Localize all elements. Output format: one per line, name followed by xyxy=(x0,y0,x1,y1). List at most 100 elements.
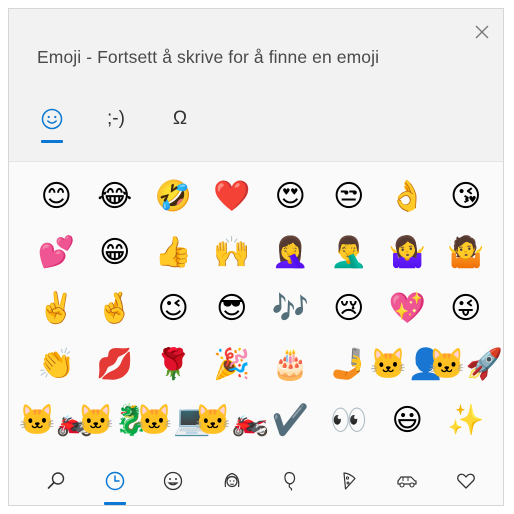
category-people[interactable] xyxy=(203,461,262,501)
emoji-glyph: ✌️ xyxy=(37,291,75,326)
smiley-outline-icon xyxy=(164,471,183,491)
smiley-icon xyxy=(41,108,63,130)
emoji-glyph: ❤️ xyxy=(213,179,251,214)
emoji-glyph: 💋 xyxy=(96,347,134,382)
emoji-item[interactable]: 💖 xyxy=(378,281,437,337)
emoji-item[interactable]: 🤷‍♀️ xyxy=(378,225,437,281)
emoji-item[interactable]: 👏 xyxy=(27,337,86,393)
emoji-glyph: 😎 xyxy=(216,291,248,326)
emoji-glyph: 😂 xyxy=(97,179,133,214)
tab-emoji[interactable] xyxy=(29,97,75,143)
tab-symbols[interactable]: Ω xyxy=(157,97,203,141)
emoji-glyph: 👀 xyxy=(330,403,368,438)
category-food[interactable] xyxy=(320,461,379,501)
emoji-glyph: 🤞 xyxy=(96,291,134,326)
emoji-glyph: 🤣 xyxy=(154,179,192,214)
emoji-item[interactable]: 🤞 xyxy=(86,281,145,337)
emoji-item[interactable]: 🤦‍♀️ xyxy=(261,225,320,281)
emoji-glyph: 😘 xyxy=(450,179,482,214)
emoji-glyph: 🤦‍♂️ xyxy=(330,235,368,270)
pizza-icon xyxy=(343,472,356,490)
emoji-item[interactable]: 🐱‍🚀 xyxy=(428,337,503,393)
emoji-glyph: 😉 xyxy=(157,291,189,326)
emoji-glyph: 🎉 xyxy=(213,347,251,382)
emoji-item[interactable]: 🐱‍🏍 xyxy=(194,393,269,449)
category-smileys[interactable] xyxy=(144,461,203,501)
emoji-glyph: 😢 xyxy=(333,291,365,326)
emoji-glyph: 🤷 xyxy=(447,235,485,270)
emoji-glyph: 🤷‍♀️ xyxy=(388,235,426,270)
emoji-item[interactable]: ✔️ xyxy=(261,393,320,449)
emoji-item[interactable]: 😘 xyxy=(437,169,496,225)
tab-kaomoji-label: ;-) xyxy=(107,108,125,129)
emoji-item[interactable]: 💕 xyxy=(27,225,86,281)
emoji-glyph: 😍 xyxy=(274,179,306,214)
panel-title: Emoji - Fortsett å skrive for å finne en… xyxy=(37,47,380,67)
emoji-item[interactable]: ❤️ xyxy=(203,169,262,225)
emoji-glyph: 🌹 xyxy=(154,347,192,382)
emoji-glyph: 👍 xyxy=(154,235,192,270)
emoji-item[interactable]: 😜 xyxy=(437,281,496,337)
emoji-item[interactable]: 👌 xyxy=(378,169,437,225)
emoji-item[interactable]: 😎 xyxy=(203,281,262,337)
emoji-item[interactable]: 🙌 xyxy=(203,225,262,281)
heart-outline-icon xyxy=(456,473,475,489)
top-tabs: ;-) Ω xyxy=(29,97,203,147)
emoji-glyph: 👏 xyxy=(37,347,75,382)
emoji-glyph: 🎶 xyxy=(271,291,309,326)
emoji-item[interactable]: 😍 xyxy=(261,169,320,225)
emoji-item[interactable]: 🤦‍♂️ xyxy=(320,225,379,281)
clock-icon xyxy=(105,471,124,491)
emoji-glyph: 😃 xyxy=(391,403,423,438)
emoji-item[interactable]: 🎉 xyxy=(203,337,262,393)
emoji-item[interactable]: 😉 xyxy=(144,281,203,337)
emoji-glyph: 🎂 xyxy=(271,347,309,382)
emoji-glyph: 😜 xyxy=(450,291,482,326)
emoji-item[interactable]: ✌️ xyxy=(27,281,86,337)
category-recent[interactable] xyxy=(86,461,145,505)
emoji-item[interactable]: 😒 xyxy=(320,169,379,225)
emoji-glyph: ✔️ xyxy=(271,403,309,438)
emoji-glyph: 👌 xyxy=(388,179,426,214)
emoji-glyph: 💕 xyxy=(37,235,75,270)
emoji-glyph: 🐱‍🚀 xyxy=(428,347,504,382)
emoji-item[interactable]: ✨ xyxy=(437,393,496,449)
emoji-panel: Emoji - Fortsett å skrive for å finne en… xyxy=(8,8,504,506)
emoji-grid: 😊 😂 🤣 ❤️ 😍 😒 👌 😘 💕 😁 👍 🙌 🤦‍♀️ 🤦‍♂️ 🤷‍♀️ 🤷 ✌️ 🤞 😉 😎 🎶 😢 💖 😜 👏 💋 🌹 🎉 🎂… xyxy=(19,169,503,449)
car-icon xyxy=(397,476,417,488)
category-travel[interactable] xyxy=(378,461,437,501)
emoji-item[interactable]: 🎶 xyxy=(261,281,320,337)
search-icon xyxy=(47,472,65,489)
emoji-item[interactable]: 😁 xyxy=(86,225,145,281)
close-button[interactable] xyxy=(471,21,493,43)
person-icon xyxy=(224,472,240,488)
category-celebration[interactable] xyxy=(261,461,320,501)
emoji-glyph: 💖 xyxy=(388,291,426,326)
tab-symbols-label: Ω xyxy=(172,108,188,129)
emoji-glyph: 😊 xyxy=(40,179,72,214)
emoji-item[interactable]: 🤷 xyxy=(437,225,496,281)
emoji-glyph: 🐱‍🏍 xyxy=(194,403,270,438)
emoji-item[interactable]: 🤣 xyxy=(144,169,203,225)
emoji-item[interactable]: 😢 xyxy=(320,281,379,337)
emoji-item[interactable]: 🎂 xyxy=(261,337,320,393)
emoji-item[interactable]: 👍 xyxy=(144,225,203,281)
emoji-item[interactable]: 🌹 xyxy=(144,337,203,393)
emoji-glyph: ✨ xyxy=(447,403,485,438)
emoji-item[interactable]: 👀 xyxy=(320,393,379,449)
emoji-item[interactable]: 💋 xyxy=(86,337,145,393)
category-symbols[interactable] xyxy=(437,461,496,501)
emoji-item[interactable]: 😊 xyxy=(27,169,86,225)
emoji-item[interactable]: 😂 xyxy=(86,169,145,225)
emoji-glyph: 😒 xyxy=(333,179,365,214)
category-bar xyxy=(27,461,495,505)
emoji-glyph: 🙌 xyxy=(213,235,251,270)
balloon-icon xyxy=(284,471,296,491)
close-icon xyxy=(475,25,489,39)
emoji-item[interactable]: 😃 xyxy=(378,393,437,449)
category-search[interactable] xyxy=(27,461,86,501)
tab-kaomoji[interactable]: ;-) xyxy=(93,97,139,141)
emoji-glyph: 🤳 xyxy=(330,347,368,382)
emoji-glyph: 😁 xyxy=(99,235,131,270)
emoji-glyph: 🤦‍♀️ xyxy=(271,235,309,270)
